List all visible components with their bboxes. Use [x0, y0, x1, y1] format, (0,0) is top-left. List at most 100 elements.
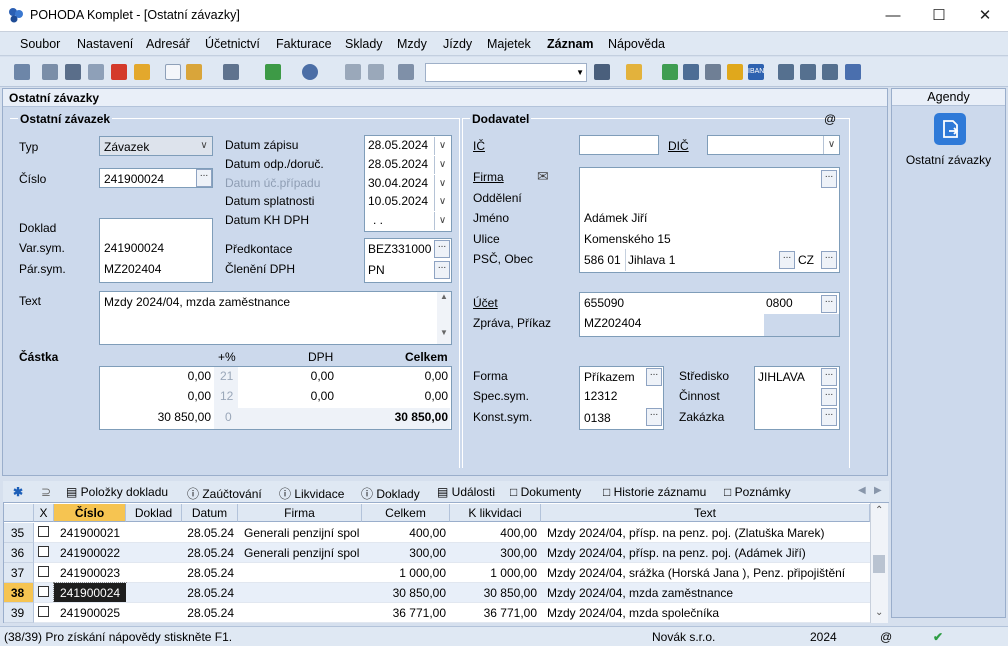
address-book-icon[interactable]: ✉	[537, 168, 549, 185]
duplicate-icon[interactable]	[398, 64, 414, 80]
country-button[interactable]: ...	[821, 251, 837, 269]
close-button[interactable]: ✕	[962, 0, 1008, 32]
print-icon[interactable]	[65, 64, 81, 80]
cleneni-field[interactable]: PN	[368, 263, 385, 277]
screen-icon[interactable]	[822, 64, 838, 80]
email-at-icon[interactable]: @	[824, 112, 836, 126]
grid-cell-text[interactable]: Mzdy 2024/04, mzda společníka	[541, 603, 870, 623]
cleneni-button[interactable]: ...	[434, 261, 450, 279]
filter-icon[interactable]	[594, 64, 610, 80]
dph-12[interactable]: 0,00	[240, 389, 334, 403]
checkbox-icon[interactable]	[38, 586, 49, 597]
folder-icon[interactable]	[626, 64, 642, 80]
text-scrollbar[interactable]: ▲ ▼	[437, 292, 451, 344]
grid-cell-n[interactable]: 36	[4, 543, 34, 563]
bank-code-field[interactable]: 0800	[766, 296, 793, 310]
ic-field[interactable]	[579, 135, 659, 155]
tab-star[interactable]: ✱	[13, 485, 23, 499]
country-field[interactable]: CZ	[798, 253, 814, 267]
row-checkbox[interactable]	[34, 543, 54, 563]
parsym-field[interactable]: MZ202404	[104, 262, 161, 276]
grid-cell-cislo[interactable]: 241900025	[54, 603, 126, 623]
menu-fakturace[interactable]: Fakturace	[276, 37, 332, 51]
copy-icon[interactable]	[42, 64, 58, 80]
tab-scroll-right[interactable]: ▶	[874, 485, 882, 496]
obec-field[interactable]: Jihlava 1	[628, 253, 675, 267]
grid-cell-datum[interactable]: 28.05.24	[182, 583, 238, 603]
window-icon[interactable]	[778, 64, 794, 80]
dph-21[interactable]: 0,00	[240, 369, 334, 383]
typ-select[interactable]: Závazek ∨	[99, 136, 213, 156]
grid-cell-datum[interactable]: 28.05.24	[182, 523, 238, 543]
cislo-field[interactable]: 241900024...	[99, 168, 213, 188]
tab-polozky[interactable]: ▤ Položky dokladu	[66, 485, 168, 499]
money-icon[interactable]	[662, 64, 678, 80]
list-icon[interactable]	[683, 64, 699, 80]
grid-cell-datum[interactable]: 28.05.24	[182, 543, 238, 563]
tab-zauctovani[interactable]: ⓘ Zaúčtování	[187, 485, 262, 502]
forma-button[interactable]: ...	[646, 368, 662, 386]
total-21[interactable]: 0,00	[340, 369, 448, 383]
coins-icon[interactable]	[727, 64, 743, 80]
grid-cell-celkem[interactable]: 300,00	[362, 543, 450, 563]
grid-cell-datum[interactable]: 28.05.24	[182, 603, 238, 623]
grid-cell-firma[interactable]: Generali penzijní spol	[238, 523, 362, 543]
obec-button[interactable]: ...	[779, 251, 795, 269]
stredisko-button[interactable]: ...	[821, 368, 837, 386]
grid-cell-cislo[interactable]: 241900024	[53, 582, 127, 604]
checkbox-icon[interactable]	[38, 566, 49, 577]
grid-cell-doklad[interactable]	[126, 523, 182, 543]
grid-cell-cislo[interactable]: 241900023	[54, 563, 126, 583]
grid-header-x[interactable]: X	[34, 504, 54, 522]
menu-nastaveni[interactable]: Nastavení	[77, 37, 133, 51]
grid-cell-text[interactable]: Mzdy 2024/04, přísp. na penz. poj. (Adám…	[541, 543, 870, 563]
grid-cell-firma[interactable]	[238, 603, 362, 623]
tab-doklady[interactable]: ⓘ Doklady	[361, 485, 420, 502]
grid-cell-doklad[interactable]	[126, 563, 182, 583]
tab-udalosti[interactable]: ▤ Události	[437, 485, 495, 499]
chevron-down-icon[interactable]: ∨	[434, 137, 450, 155]
tab-likvidace[interactable]: ⓘ Likvidace	[279, 485, 344, 502]
jmeno-field[interactable]: Adámek Jiří	[584, 211, 647, 225]
agenda-item[interactable]: Ostatní závazky	[893, 153, 1004, 167]
row-checkbox[interactable]	[34, 603, 54, 623]
panel-icon[interactable]	[14, 64, 30, 80]
firma-button[interactable]: ...	[821, 170, 837, 188]
grid-cell-cislo[interactable]: 241900021	[54, 523, 126, 543]
menu-zaznam[interactable]: Záznam	[547, 37, 594, 51]
datum-splatnosti-field[interactable]: 10.05.2024	[368, 194, 428, 208]
menu-ucetnictvi[interactable]: Účetnictví	[205, 37, 260, 51]
row-checkbox[interactable]	[34, 583, 54, 603]
pdf-icon[interactable]	[111, 64, 127, 80]
datum-odp-field[interactable]: 28.05.2024	[368, 157, 428, 171]
ulice-field[interactable]: Komenského 15	[584, 232, 671, 246]
grid-cell-lik[interactable]: 300,00	[450, 543, 541, 563]
tab-historie[interactable]: □ Historie záznamu	[603, 485, 706, 499]
psc-field[interactable]: 586 01	[584, 253, 621, 267]
grid-cell-n[interactable]: 35	[4, 523, 34, 543]
select-icon[interactable]	[223, 64, 239, 80]
grid-cell-doklad[interactable]	[126, 603, 182, 623]
varsym-field[interactable]: 241900024	[104, 241, 164, 255]
save-icon[interactable]	[345, 64, 361, 80]
iban-icon[interactable]: IBAN	[748, 64, 764, 80]
revert-icon[interactable]	[368, 64, 384, 80]
row-checkbox[interactable]	[34, 523, 54, 543]
grid-cell-firma[interactable]	[238, 583, 362, 603]
grid-cell-firma[interactable]	[238, 563, 362, 583]
menu-sklady[interactable]: Sklady	[345, 37, 383, 51]
grid-cell-n[interactable]: 38	[4, 583, 34, 603]
chevron-down-icon[interactable]: ∨	[434, 212, 450, 230]
menu-napoveda[interactable]: Nápověda	[608, 37, 665, 51]
row-checkbox[interactable]	[34, 563, 54, 583]
tab-scroll-left[interactable]: ◀	[858, 485, 866, 496]
konst-button[interactable]: ...	[646, 408, 662, 426]
chevron-down-icon[interactable]: ∨	[434, 193, 450, 211]
chevron-down-icon[interactable]: ⌄	[875, 607, 883, 618]
total-0[interactable]: 30 850,00	[340, 410, 448, 424]
menu-jizdy[interactable]: Jízdy	[443, 37, 472, 51]
grid-cell-celkem[interactable]: 36 771,00	[362, 603, 450, 623]
calculator-icon[interactable]	[705, 64, 721, 80]
grid-cell-celkem[interactable]: 400,00	[362, 523, 450, 543]
datum-zapisu-field[interactable]: 28.05.2024	[368, 138, 428, 152]
